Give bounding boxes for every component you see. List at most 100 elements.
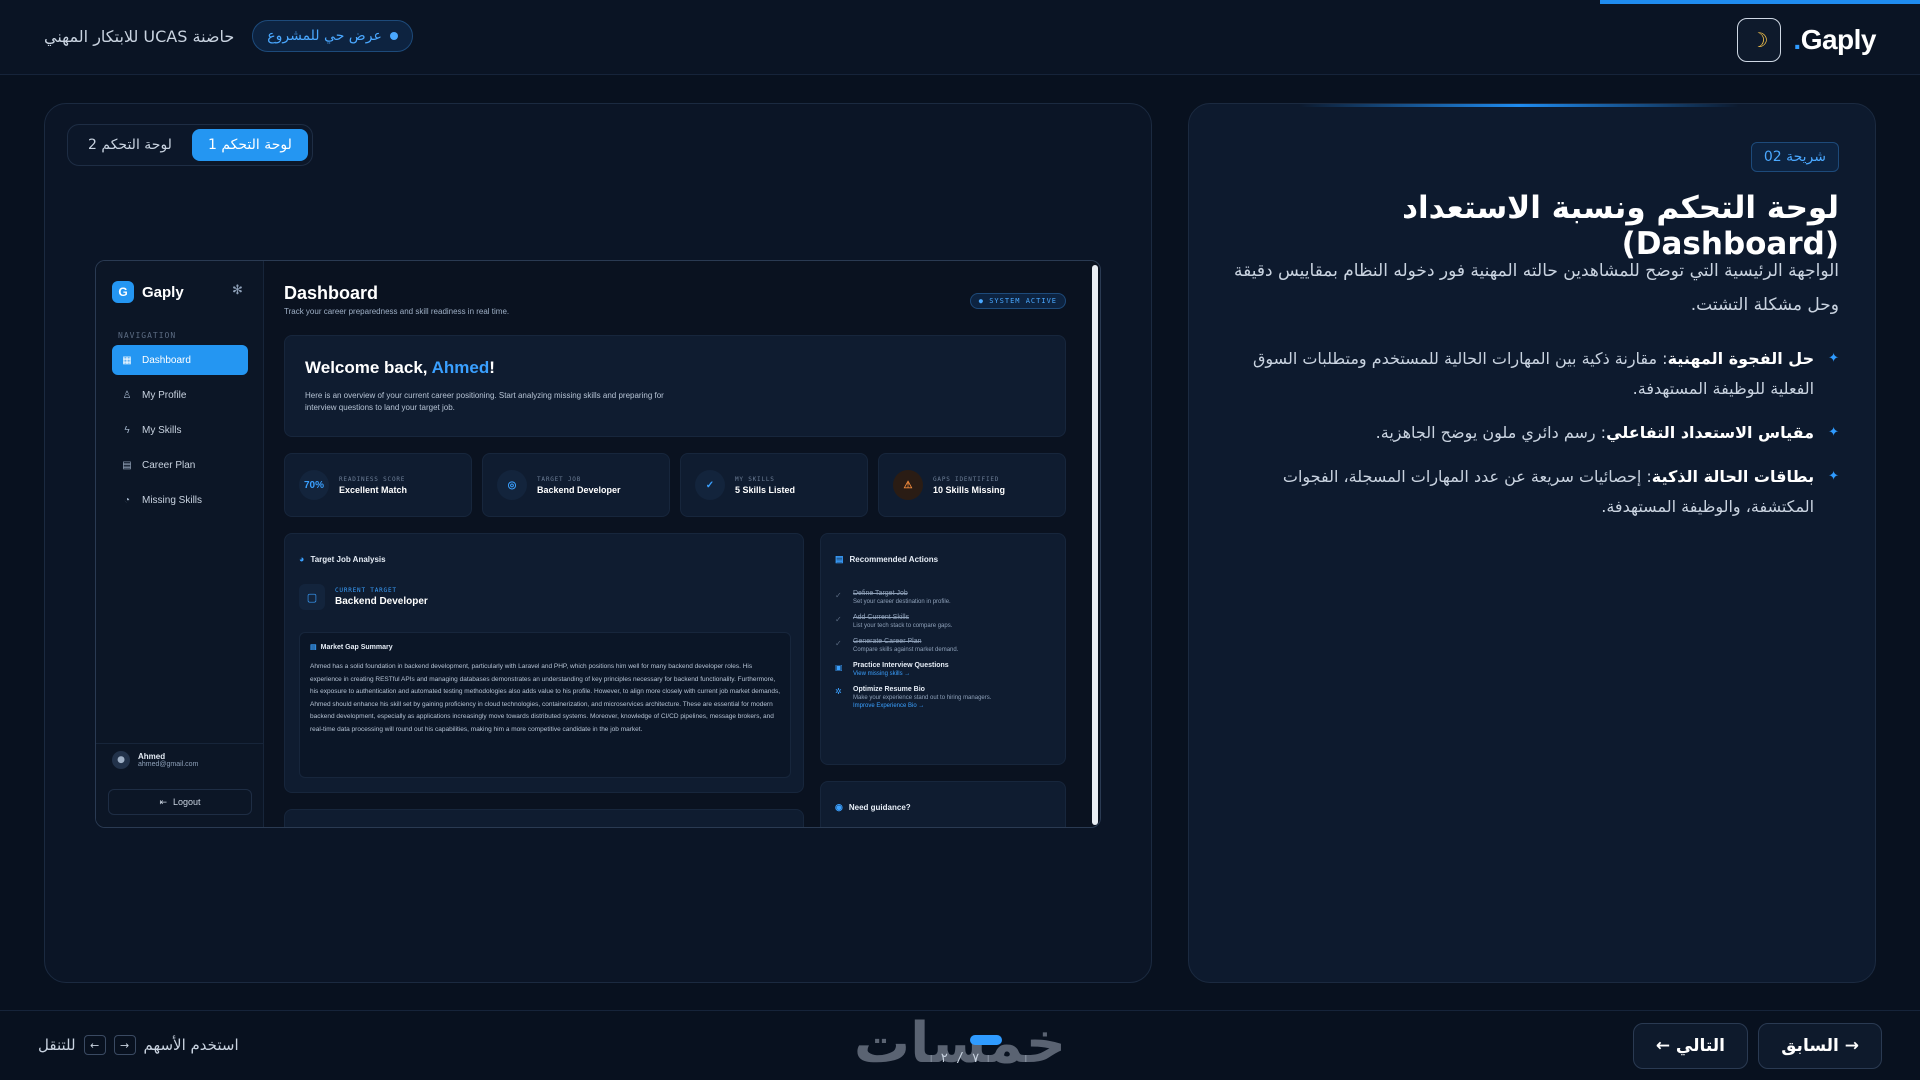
gear-icon[interactable]: ✻ bbox=[232, 283, 243, 298]
slide-title: لوحة التحكم ونسبة الاستعداد (Dashboard) bbox=[1402, 190, 1839, 262]
welcome-prefix: Welcome back, bbox=[305, 358, 432, 377]
bullet-bold: مقياس الاستعداد التفاعلي bbox=[1606, 423, 1815, 442]
welcome-text: Here is an overview of your current care… bbox=[305, 391, 664, 412]
action-sub: Compare skills against market demand. bbox=[853, 647, 959, 653]
market-gap-summary: ▤ Market Gap Summary Ahmed has a solid fo… bbox=[299, 632, 791, 778]
keyboard-hint: استخدم الأسهم → ← للتنقل bbox=[38, 1035, 239, 1055]
sidebar-item-missing-skills[interactable]: ◔ Missing Skills bbox=[112, 485, 248, 515]
user-name: Ahmed bbox=[138, 752, 166, 761]
card-title: Target Job Analysis bbox=[310, 554, 386, 564]
slide-number-badge: شريحة 02 bbox=[1750, 142, 1839, 172]
live-dot-icon bbox=[389, 32, 398, 40]
logout-icon: ⇤ bbox=[159, 796, 167, 807]
mock-logo-name: Gaply bbox=[142, 283, 184, 301]
mock-user: ● Ahmed ahmed@gmail.com bbox=[112, 751, 198, 769]
actions-list: ✓ Define Target Job Set your career desti… bbox=[835, 590, 1055, 718]
action-title: Define Target Job bbox=[853, 590, 908, 597]
sidebar-divider bbox=[96, 743, 264, 744]
sparkle-icon: ✦ bbox=[1828, 469, 1839, 484]
check-icon: ✓ bbox=[835, 639, 842, 648]
target-icon: ◎ bbox=[497, 470, 527, 500]
stat-card-target-job: ◎ TARGET JOB Backend Developer bbox=[482, 453, 670, 517]
panel-accent-line bbox=[1299, 104, 1739, 107]
mock-sidebar: G Gaply ✻ NAVIGATION ▦ Dashboard ♙ My Pr… bbox=[96, 261, 264, 827]
list-item[interactable]: ✓ Define Target Job Set your career desti… bbox=[835, 590, 1055, 605]
card-heading: ◉ Need guidance? bbox=[835, 802, 911, 813]
next-button[interactable]: التالي ← bbox=[1632, 1023, 1748, 1069]
watermark-logo: خمسات bbox=[853, 1011, 1067, 1076]
check-icon: ✓ bbox=[835, 591, 842, 600]
action-title: Optimize Resume Bio bbox=[853, 686, 925, 693]
list-item: ✦ حل الفجوة المهنية: مقارنة ذكية بين الم… bbox=[1219, 344, 1839, 404]
sidebar-item-career-plan[interactable]: ▤ Career Plan bbox=[112, 450, 248, 480]
list-icon: ▤ bbox=[835, 554, 844, 564]
next-card-stub bbox=[284, 809, 804, 827]
slide-indicator-dot bbox=[970, 1035, 1002, 1045]
sidebar-item-my-profile[interactable]: ♙ My Profile bbox=[112, 380, 248, 410]
mock-logo: G Gaply bbox=[112, 281, 184, 303]
gap-heading: ▤ Market Gap Summary bbox=[310, 643, 393, 651]
list-item[interactable]: ✓ Generate Career Plan Compare skills aga… bbox=[835, 638, 1055, 653]
target-icon: ◔ bbox=[123, 494, 131, 506]
list-item: ✦ مقياس الاستعداد التفاعلي: رسم دائري مل… bbox=[1219, 418, 1839, 448]
list-item[interactable]: ✲ Optimize Resume Bio Make your experienc… bbox=[835, 686, 1055, 709]
page-title: Dashboard bbox=[284, 283, 379, 303]
bolt-icon: ϟ bbox=[124, 424, 130, 436]
sidebar-item-my-skills[interactable]: ϟ My Skills bbox=[112, 415, 248, 445]
live-demo-label: عرض حي للمشروع bbox=[267, 28, 382, 44]
welcome-name: Ahmed bbox=[431, 358, 490, 377]
brand: ☽ .Gaply bbox=[1737, 18, 1877, 62]
stat-card-gaps: ⚠ GAPS IDENTIFIED 10 Skills Missing bbox=[878, 453, 1066, 517]
slide-content-panel: شريحة 02 لوحة التحكم ونسبة الاستعداد (Da… bbox=[1188, 103, 1876, 983]
hint-prefix: استخدم الأسهم bbox=[143, 1036, 239, 1054]
mock-main: Dashboard Track your career preparedness… bbox=[264, 261, 1084, 827]
brand-logo: .Gaply bbox=[1793, 24, 1876, 56]
gap-title: Market Gap Summary bbox=[320, 644, 393, 651]
sidebar-item-dashboard[interactable]: ▦ Dashboard bbox=[112, 345, 248, 375]
action-title: Add Current Skills bbox=[853, 614, 910, 621]
stat-value: Backend Developer bbox=[537, 484, 621, 495]
briefcase-icon: ▢ bbox=[299, 584, 325, 610]
gap-text: Ahmed has a solid foundation in backend … bbox=[310, 663, 781, 733]
theme-toggle-button[interactable]: ☽ bbox=[1737, 18, 1782, 62]
scrollbar[interactable] bbox=[1092, 265, 1098, 825]
tab-dashboard-1[interactable]: لوحة التحكم 1 bbox=[191, 129, 308, 161]
previous-button[interactable]: → السابق bbox=[1758, 1023, 1882, 1069]
logout-button[interactable]: ⇤ Logout bbox=[108, 789, 252, 815]
stat-value: 5 Skills Listed bbox=[735, 484, 796, 495]
slide-progress-bar bbox=[1600, 0, 1920, 4]
tab-dashboard-2[interactable]: لوحة التحكم 2 bbox=[72, 129, 188, 161]
moon-icon: ☽ bbox=[1750, 28, 1769, 52]
sidebar-item-label: Dashboard bbox=[142, 354, 191, 366]
chart-icon: ◕ bbox=[299, 554, 305, 564]
sparkle-icon: ✲ bbox=[835, 687, 842, 696]
stat-label: MY SKILLS bbox=[735, 475, 775, 483]
sidebar-item-label: Missing Skills bbox=[142, 494, 203, 506]
stat-label: READINESS SCORE bbox=[339, 475, 406, 483]
action-link[interactable]: View missing skills → bbox=[853, 671, 949, 677]
top-bar: ☽ .Gaply عرض حي للمشروع حاضنة UCAS للابت… bbox=[0, 0, 1920, 75]
card-title: Recommended Actions bbox=[849, 555, 939, 564]
stat-label: GAPS IDENTIFIED bbox=[933, 475, 1000, 483]
bottom-bar: استخدم الأسهم → ← للتنقل خمسات ٧ / ٢ الت… bbox=[0, 1010, 1920, 1080]
page-subtitle: Track your career preparedness and skill… bbox=[284, 307, 510, 316]
action-link[interactable]: Improve Experience Bio → bbox=[853, 703, 991, 709]
stat-label: TARGET JOB bbox=[537, 475, 582, 483]
brand-name: Gaply bbox=[1800, 24, 1877, 55]
list-item[interactable]: ✓ Add Current Skills List your tech stack… bbox=[835, 614, 1055, 629]
current-target: ▢ CURRENT TARGET Backend Developer bbox=[299, 584, 428, 610]
welcome-heading: Welcome back, Ahmed! bbox=[305, 358, 495, 378]
user-email: ahmed@gmail.com bbox=[138, 761, 199, 768]
current-target-value: Backend Developer bbox=[335, 596, 428, 607]
arrow-left-key-icon: ← bbox=[83, 1035, 106, 1055]
bullet-body: : رسم دائري ملون يوضح الجاهزية. bbox=[1375, 423, 1607, 442]
dashboard-screenshot: G Gaply ✻ NAVIGATION ▦ Dashboard ♙ My Pr… bbox=[95, 260, 1101, 828]
avatar: ● bbox=[112, 751, 130, 769]
current-target-label: CURRENT TARGET bbox=[335, 587, 397, 594]
action-title: Practice Interview Questions bbox=[853, 662, 949, 669]
live-demo-button[interactable]: عرض حي للمشروع bbox=[252, 20, 413, 52]
sidebar-item-label: My Skills bbox=[142, 424, 182, 436]
document-icon: ▤ bbox=[310, 644, 317, 651]
plan-icon: ▤ bbox=[122, 459, 132, 471]
list-item[interactable]: ▣ Practice Interview Questions View missi… bbox=[835, 662, 1055, 677]
